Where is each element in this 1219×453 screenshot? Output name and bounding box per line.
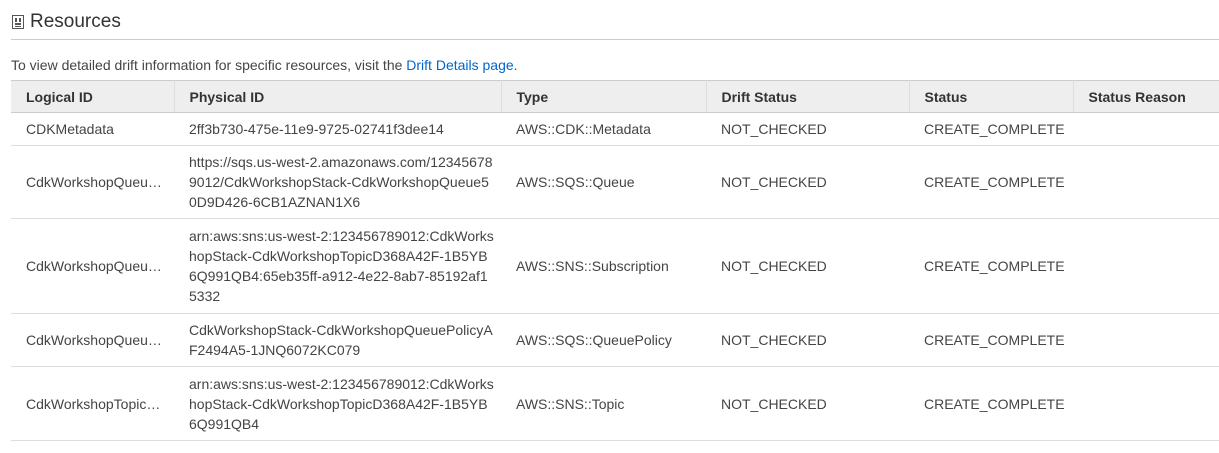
drift-status-cell: NOT_CHECKED — [706, 366, 909, 441]
intro-text: To view detailed drift information for s… — [11, 57, 407, 73]
type-cell: AWS::SQS::QueuePolicy — [501, 313, 706, 367]
status-cell: CREATE_COMPLETE — [909, 145, 1073, 219]
status-reason-cell — [1073, 145, 1219, 219]
physical-id-cell: arn:aws:sns:us-west-2:123456789012:CdkWo… — [174, 218, 501, 314]
type-cell: AWS::SNS::Subscription — [501, 218, 706, 314]
intro-suffix: . — [513, 57, 518, 73]
resources-table: Logical ID Physical ID Type Drift Status… — [11, 80, 1219, 441]
physical-id-cell: 2ff3b730-475e-11e9-9725-02741f3dee14 — [174, 112, 501, 146]
drift-status-cell: NOT_CHECKED — [706, 218, 909, 314]
physical-id-cell: https://sqs.us-west-2.amazonaws.com/1234… — [174, 145, 501, 219]
table-header-row: Logical ID Physical ID Type Drift Status… — [11, 80, 1219, 113]
type-cell: AWS::CDK::Metadata — [501, 112, 706, 146]
status-cell: CREATE_COMPLETE — [909, 218, 1073, 314]
logical-id-cell: CDKMetadata — [11, 112, 174, 146]
column-header-status[interactable]: Status — [909, 80, 1074, 113]
type-cell: AWS::SNS::Topic — [501, 366, 706, 441]
collapse-toggle-icon[interactable] — [12, 14, 24, 29]
status-reason-cell — [1073, 366, 1219, 441]
status-reason-cell — [1073, 313, 1219, 367]
drift-info-text: To view detailed drift information for s… — [11, 57, 518, 73]
drift-details-link[interactable]: Drift Details page — [406, 57, 513, 73]
status-cell: CREATE_COMPLETE — [909, 313, 1073, 367]
table-row: CdkWorkshopTopic… arn:aws:sns:us-west-2:… — [11, 366, 1219, 441]
drift-status-cell: NOT_CHECKED — [706, 313, 909, 367]
column-header-logical-id[interactable]: Logical ID — [11, 80, 175, 113]
status-reason-cell — [1073, 218, 1219, 314]
physical-id-cell: arn:aws:sns:us-west-2:123456789012:CdkWo… — [174, 366, 501, 441]
logical-id-cell: CdkWorkshopQueu… — [11, 313, 174, 367]
column-header-drift-status[interactable]: Drift Status — [706, 80, 910, 113]
status-cell: CREATE_COMPLETE — [909, 366, 1073, 441]
physical-id-cell: CdkWorkshopStack-CdkWorkshopQueuePolicyA… — [174, 313, 501, 367]
resources-section-header: Resources — [11, 10, 1219, 40]
column-header-physical-id[interactable]: Physical ID — [174, 80, 502, 113]
table-row: CdkWorkshopQueu… CdkWorkshopStack-CdkWor… — [11, 313, 1219, 367]
section-title: Resources — [30, 10, 121, 32]
logical-id-cell: CdkWorkshopQueu… — [11, 145, 174, 219]
column-header-type[interactable]: Type — [501, 80, 707, 113]
drift-status-cell: NOT_CHECKED — [706, 145, 909, 219]
table-row: CdkWorkshopQueu… https://sqs.us-west-2.a… — [11, 145, 1219, 219]
logical-id-cell: CdkWorkshopTopic… — [11, 366, 174, 441]
table-row: CDKMetadata 2ff3b730-475e-11e9-9725-0274… — [11, 112, 1219, 146]
drift-status-cell: NOT_CHECKED — [706, 112, 909, 146]
status-cell: CREATE_COMPLETE — [909, 112, 1073, 146]
logical-id-cell: CdkWorkshopQueu… — [11, 218, 174, 314]
type-cell: AWS::SQS::Queue — [501, 145, 706, 219]
column-header-status-reason[interactable]: Status Reason — [1073, 80, 1219, 113]
table-row: CdkWorkshopQueu… arn:aws:sns:us-west-2:1… — [11, 218, 1219, 314]
status-reason-cell — [1073, 112, 1219, 146]
